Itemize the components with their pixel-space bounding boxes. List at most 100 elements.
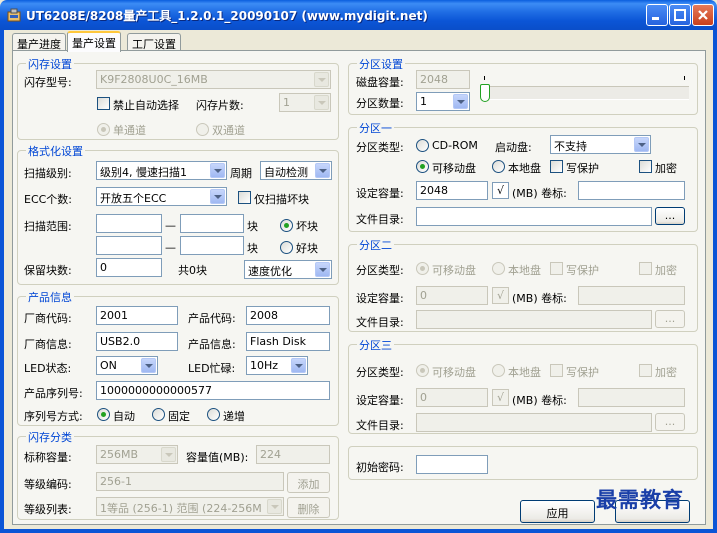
only-scan-bad-label: 仅扫描坏块 (254, 193, 309, 206)
grade-code-input[interactable]: 256-1 (96, 472, 284, 491)
p2-capacity-confirm[interactable]: √ (492, 287, 509, 304)
scan-range-end-2[interactable] (180, 236, 244, 255)
p1-encrypt-checkbox[interactable] (639, 160, 652, 173)
grade-list-select[interactable]: 1等品 (256-1) 范围 (224-256M (96, 497, 284, 516)
p3-write-protect-checkbox[interactable] (550, 364, 563, 377)
partition-count-label: 分区数量: (356, 97, 404, 110)
dual-channel-radio[interactable] (196, 123, 209, 136)
p2-volume-input[interactable] (578, 286, 685, 305)
p3-dir-input[interactable] (416, 413, 652, 432)
p1-capacity-confirm[interactable]: √ (492, 182, 509, 199)
slider-tick-end (684, 76, 685, 80)
p3-volume-input[interactable] (578, 388, 685, 407)
p3-mb-volume-label: (MB) 卷标: (512, 394, 567, 407)
period-select[interactable]: 自动检测 (260, 161, 332, 180)
p1-local-label: 本地盘 (508, 162, 541, 175)
scan-range-start-1[interactable] (96, 214, 162, 233)
tab-settings[interactable]: 量产设置 (67, 31, 121, 52)
add-grade-button[interactable]: 添加 (287, 472, 330, 493)
p2-local-radio[interactable] (492, 262, 505, 275)
p2-encrypt-checkbox[interactable] (639, 262, 652, 275)
chip-count-select[interactable]: 1 (279, 93, 331, 112)
disable-auto-label: 禁止自动选择 (113, 99, 179, 112)
p3-write-protect-label: 写保护 (566, 366, 599, 379)
p3-removable-radio[interactable] (416, 364, 429, 377)
single-channel-radio[interactable] (97, 123, 110, 136)
vendor-code-label: 厂商代码: (24, 312, 72, 325)
p1-write-protect-checkbox[interactable] (550, 160, 563, 173)
p1-capacity-input[interactable]: 2048 (416, 181, 488, 200)
chevron-down-icon (210, 189, 225, 204)
product-code-input[interactable]: 2008 (246, 306, 330, 325)
disable-auto-checkbox[interactable] (97, 97, 110, 110)
p2-browse-button[interactable]: ... (655, 310, 685, 328)
serial-auto-radio[interactable] (97, 408, 110, 421)
capacity-value-label: 容量值(MB): (186, 451, 249, 464)
tab-factory[interactable]: 工厂设置 (127, 33, 181, 51)
reserved-label: 保留块数: (24, 264, 72, 277)
p1-volume-input[interactable] (578, 181, 685, 200)
led-busy-label: LED忙碌: (188, 362, 236, 375)
dual-channel-label: 双通道 (212, 124, 245, 137)
speed-select[interactable]: 速度优化 (244, 260, 332, 279)
bad-block-radio[interactable] (280, 219, 293, 232)
p2-capacity-label: 设定容量: (356, 292, 404, 305)
serial-fixed-radio[interactable] (152, 408, 165, 421)
grade-code-label: 等级编码: (24, 478, 72, 491)
p1-boot-label: 启动盘: (495, 141, 532, 154)
flash-model-select[interactable]: K9F2808U0C_16MB (96, 70, 331, 89)
minimize-button[interactable] (646, 4, 668, 26)
led-busy-select[interactable]: 10Hz (246, 356, 308, 375)
chevron-down-icon (315, 163, 330, 178)
partition-slider-track[interactable] (482, 86, 689, 100)
p3-encrypt-checkbox[interactable] (639, 364, 652, 377)
close-button[interactable] (692, 4, 714, 26)
reserved-input[interactable]: 0 (96, 258, 162, 277)
p3-local-radio[interactable] (492, 364, 505, 377)
tab-progress[interactable]: 量产进度 (12, 33, 66, 51)
app-icon (6, 7, 22, 23)
vendor-code-input[interactable]: 2001 (96, 306, 178, 325)
p2-dir-input[interactable] (416, 310, 652, 329)
format-settings-legend: 格式化设置 (26, 143, 85, 159)
product-info-input[interactable]: Flash Disk (246, 332, 330, 351)
capacity-value-input[interactable]: 224 (256, 445, 330, 464)
p1-dir-input[interactable] (416, 207, 652, 226)
p2-removable-radio[interactable] (416, 262, 429, 275)
p1-browse-button[interactable]: ... (655, 207, 685, 225)
block-label-2: 块 (247, 242, 258, 255)
password-input[interactable] (416, 455, 488, 474)
p3-capacity-input[interactable]: 0 (416, 388, 488, 407)
chevron-down-icon (161, 447, 176, 462)
flash-model-label: 闪存型号: (24, 76, 72, 89)
scan-level-select[interactable]: 级别4, 慢速扫描1 (96, 161, 227, 180)
vendor-info-input[interactable]: USB2.0 (96, 332, 178, 351)
serial-input[interactable]: 1000000000000577 (96, 381, 330, 400)
p3-capacity-confirm[interactable]: √ (492, 389, 509, 406)
apply-button[interactable]: 应用 (520, 500, 595, 523)
maximize-button[interactable] (669, 4, 691, 26)
scan-range-start-2[interactable] (96, 236, 162, 255)
serial-increment-radio[interactable] (207, 408, 220, 421)
nominal-select[interactable]: 256MB (96, 445, 178, 464)
delete-grade-button[interactable]: 删除 (287, 497, 330, 518)
p1-cdrom-radio[interactable] (416, 139, 429, 152)
partition-count-select[interactable]: 1 (416, 92, 470, 111)
good-block-radio[interactable] (280, 241, 293, 254)
partition-slider-thumb[interactable] (480, 84, 490, 102)
disk-capacity-input[interactable]: 2048 (416, 70, 470, 89)
p1-removable-radio[interactable] (416, 160, 429, 173)
p1-boot-select[interactable]: 不支持 (550, 135, 651, 154)
p3-capacity-label: 设定容量: (356, 394, 404, 407)
led-state-select[interactable]: ON (96, 356, 158, 375)
p1-local-radio[interactable] (492, 160, 505, 173)
p2-write-protect-checkbox[interactable] (550, 262, 563, 275)
only-scan-bad-checkbox[interactable] (238, 191, 251, 204)
p3-encrypt-label: 加密 (655, 366, 677, 379)
p3-browse-button[interactable]: ... (655, 413, 685, 431)
scan-range-end-1[interactable] (180, 214, 244, 233)
ecc-select[interactable]: 开放五个ECC (96, 187, 227, 206)
partition2-legend: 分区二 (357, 237, 394, 253)
password-label: 初始密码: (356, 461, 404, 474)
p2-capacity-input[interactable]: 0 (416, 286, 488, 305)
